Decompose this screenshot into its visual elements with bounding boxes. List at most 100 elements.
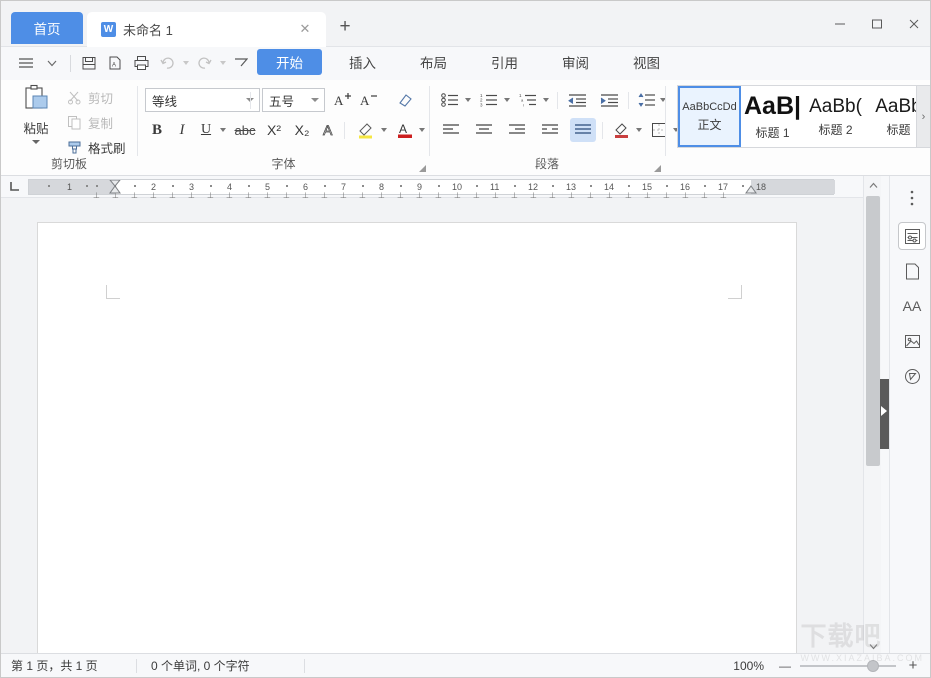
copy-button[interactable]: 复制 [63,112,117,133]
tab-references[interactable]: 引用 [474,49,535,75]
subscript-button[interactable]: X₂ [289,118,315,142]
redo-chevron-down-icon[interactable] [217,51,228,75]
font-aa-icon[interactable]: AA [898,292,926,320]
styles-gallery[interactable]: AaBbCcDd 正文 AaB| 标题 1 AaBb( 标题 2 AaBb 标题 [677,85,917,148]
paste-chevron-down-icon[interactable] [32,140,40,144]
document-tab[interactable]: W 未命名 1 ✕ [87,12,326,47]
align-right-button[interactable] [504,118,530,142]
compass-icon[interactable] [898,362,926,390]
page-info-label[interactable]: 第 1 页，共 1 页 [11,657,98,674]
borders-button[interactable] [647,118,671,142]
clear-format-icon [397,92,414,108]
style-item-heading2[interactable]: AaBb( 标题 2 [804,86,867,147]
first-line-indent-marker[interactable] [109,180,121,194]
tab-home[interactable]: 开始 [257,49,322,75]
tab-stop-selector[interactable] [8,180,22,194]
export-pdf-icon[interactable]: A [102,51,128,75]
ruler-track[interactable]: 11⊥⊥2⊥⊥3⊥⊥4⊥⊥5⊥⊥6⊥⊥7⊥⊥8⊥⊥9⊥⊥10⊥⊥11⊥⊥12⊥⊥… [28,179,834,195]
customize-qat-icon[interactable] [228,51,254,75]
new-tab-icon[interactable]: + [335,17,355,37]
zoom-out-button[interactable]: — [778,659,792,673]
properties-panel-icon[interactable] [898,222,926,250]
scroll-up-icon[interactable] [864,176,882,194]
highlight-chevron-down-icon[interactable] [378,124,389,136]
close-icon[interactable] [895,4,931,44]
highlight-button[interactable] [354,118,378,142]
style-item-body[interactable]: AaBbCcDd 正文 [678,86,741,147]
font-size-chevron-down-icon[interactable] [311,98,319,102]
bold-button[interactable]: B [145,118,169,142]
bullets-button[interactable] [438,88,462,112]
line-spacing-icon [638,93,656,107]
maximize-icon[interactable] [858,4,895,44]
tab-layout[interactable]: 布局 [403,49,464,75]
zoom-slider-knob[interactable] [867,660,879,672]
decrease-indent-button[interactable] [564,88,590,112]
tab-insert[interactable]: 插入 [332,49,393,75]
shrink-font-button[interactable]: A [357,88,381,112]
multilevel-chevron-down-icon[interactable] [540,94,551,106]
document-page[interactable] [37,222,797,655]
word-count-label[interactable]: 0 个单词, 0 个字符 [151,657,250,674]
underline-chevron-down-icon[interactable] [217,124,228,136]
shading-chevron-down-icon[interactable] [633,124,644,136]
tab-view[interactable]: 视图 [616,49,677,75]
align-justify-button[interactable] [570,118,596,142]
increase-indent-button[interactable] [596,88,622,112]
tab-review[interactable]: 审阅 [545,49,606,75]
style-item-heading3[interactable]: AaBb 标题 [867,86,917,147]
undo-icon[interactable] [154,51,180,75]
zoom-slider-track[interactable] [800,665,896,667]
font-color-button[interactable]: A [394,118,416,142]
grow-font-button[interactable]: A [331,88,355,112]
ruler-tick-label: 1 [67,182,72,192]
zoom-in-button[interactable]: + [906,657,920,674]
numbering-chevron-down-icon[interactable] [501,94,512,106]
scrollbar-thumb[interactable] [866,196,880,466]
save-icon[interactable] [76,51,102,75]
line-spacing-button[interactable] [635,88,659,112]
cut-button[interactable]: 剪切 [63,87,117,108]
multilevel-list-button[interactable]: 1ai [516,88,540,112]
vertical-scrollbar[interactable] [863,176,881,655]
text-effects-button[interactable]: A [318,118,342,142]
menu-icon[interactable] [13,51,39,75]
strikethrough-button[interactable]: abc [231,118,259,142]
clipboard-group-label: 剪切板 [1,155,137,172]
align-left-button[interactable] [438,118,464,142]
clear-format-button[interactable] [392,88,418,112]
panel-expand-handle[interactable] [880,379,889,449]
font-dialog-launcher[interactable] [417,163,426,172]
font-size-combo[interactable]: 五号 [262,88,325,112]
font-name-combo[interactable]: 等线 [145,88,260,112]
undo-chevron-down-icon[interactable] [180,51,191,75]
line-spacing-chevron-down-icon[interactable] [657,94,668,106]
style-preview: AaBbCcDd [682,101,736,113]
align-distribute-button[interactable] [537,118,563,142]
styles-gallery-scroll-right[interactable]: › [917,85,931,148]
more-options-icon[interactable] [898,184,926,212]
redo-icon[interactable] [191,51,217,75]
shading-button[interactable] [610,118,634,142]
right-indent-marker[interactable] [745,180,757,194]
italic-button[interactable]: I [171,118,193,142]
font-color-chevron-down-icon[interactable] [416,124,427,136]
page-icon[interactable] [898,257,926,285]
numbering-button[interactable]: 123 [477,88,501,112]
superscript-button[interactable]: X² [261,118,287,142]
align-center-button[interactable] [471,118,497,142]
close-tab-icon[interactable]: ✕ [298,22,312,36]
document-canvas[interactable] [1,198,863,655]
minimize-icon[interactable] [821,4,858,44]
paragraph-dialog-launcher[interactable] [652,163,661,172]
home-tab[interactable]: 首页 [11,12,83,44]
style-item-heading1[interactable]: AaB| 标题 1 [741,86,804,147]
underline-button[interactable]: U [195,118,217,142]
print-icon[interactable] [128,51,154,75]
paste-button[interactable]: 粘贴 [11,84,61,156]
menu-chevron-down-icon[interactable] [39,51,65,75]
qat-separator-1 [70,55,71,72]
horizontal-ruler[interactable]: 11⊥⊥2⊥⊥3⊥⊥4⊥⊥5⊥⊥6⊥⊥7⊥⊥8⊥⊥9⊥⊥10⊥⊥11⊥⊥12⊥⊥… [1,176,863,198]
image-icon[interactable] [898,327,926,355]
bullets-chevron-down-icon[interactable] [462,94,473,106]
